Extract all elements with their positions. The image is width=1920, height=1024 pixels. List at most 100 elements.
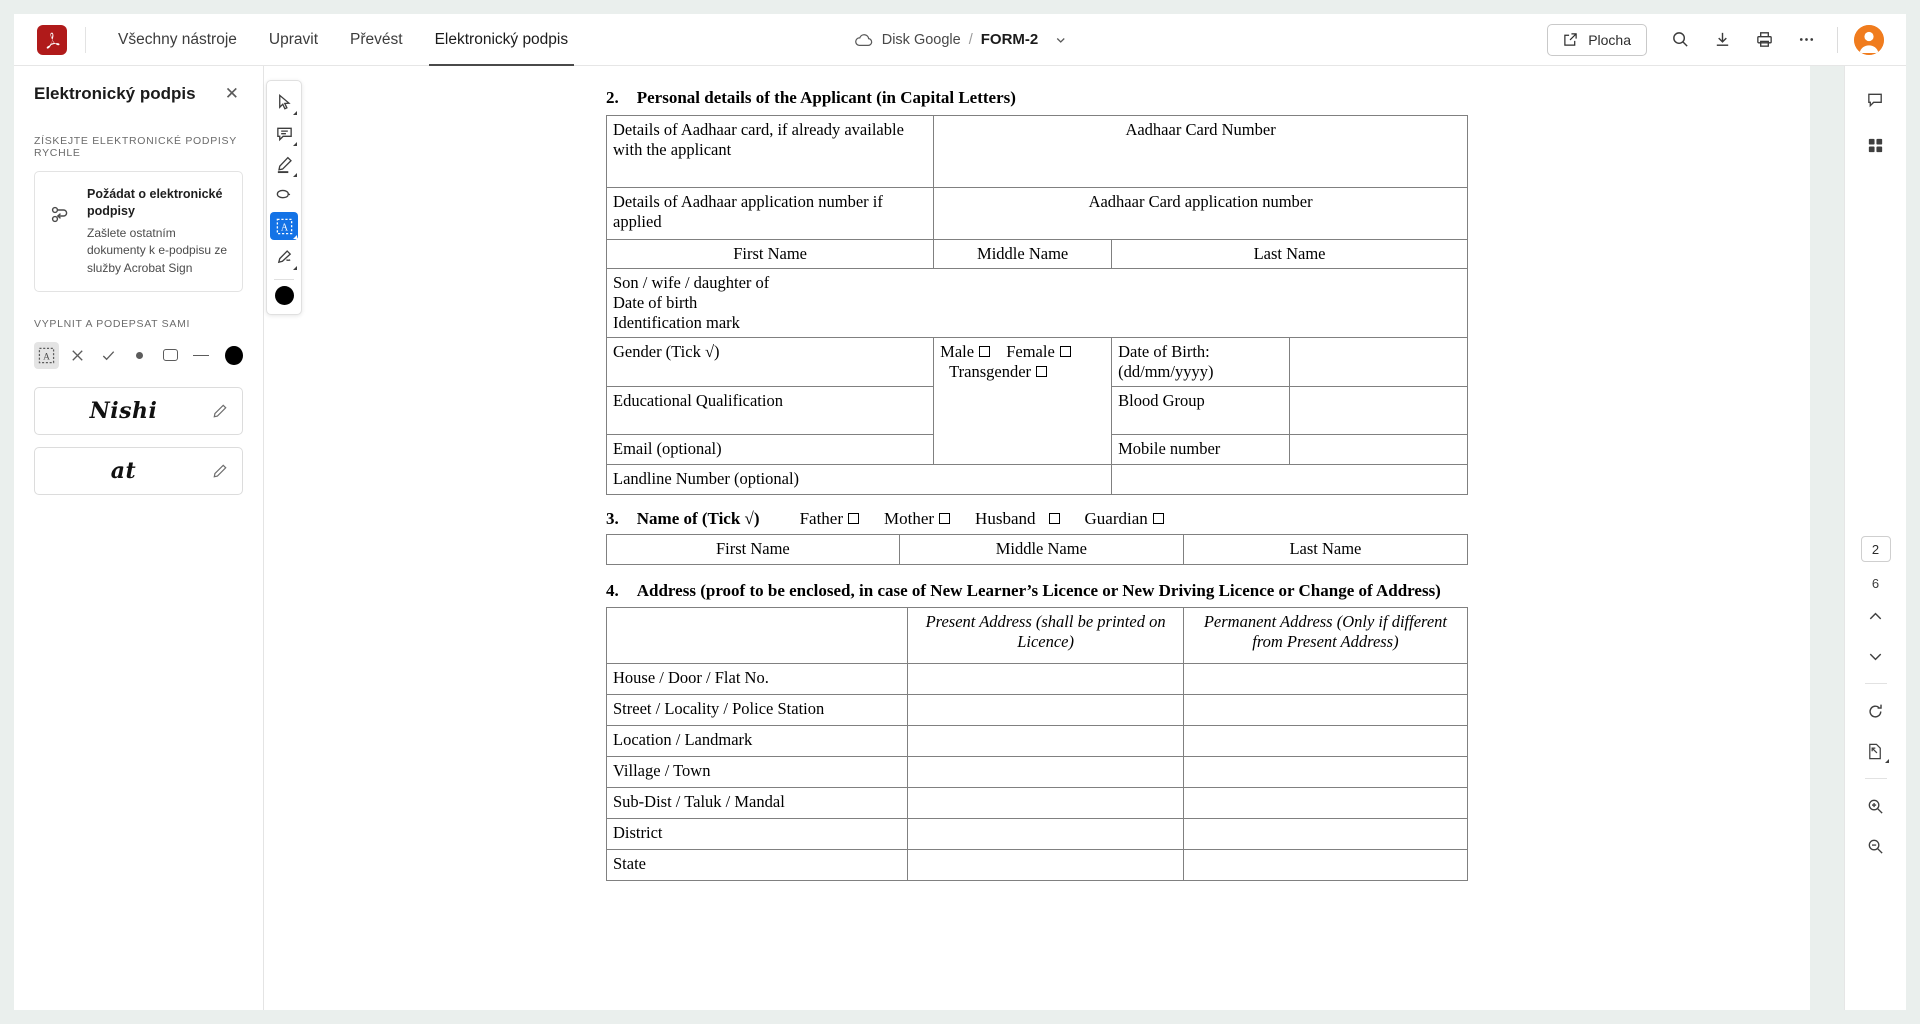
- draw-freehand-tool[interactable]: [270, 181, 298, 209]
- address-row-label: Street / Locality / Police Station: [605, 694, 909, 727]
- pencil-icon[interactable]: [212, 403, 228, 419]
- permanent-address-cell[interactable]: [1182, 725, 1469, 758]
- gender-option-transgender: Transgender: [949, 362, 1032, 382]
- palette-color-swatch[interactable]: [274, 286, 294, 305]
- checkbox-male[interactable]: [979, 346, 991, 358]
- line-tool[interactable]: [189, 342, 214, 369]
- blood-label-cell: Blood Group: [1111, 386, 1291, 436]
- total-pages-label: 6: [1871, 576, 1880, 591]
- request-card-description: Zašlete ostatním dokumenty k e-podpisu z…: [87, 225, 228, 275]
- request-esignatures-card[interactable]: Požádat o elektronické podpisy Zašlete o…: [34, 171, 243, 292]
- address-row-label: Village / Town: [605, 756, 909, 789]
- gender-options-cell[interactable]: Male Female Transgender: [933, 337, 1113, 466]
- landline-label-cell: Landline Number (optional): [605, 464, 1113, 496]
- menu-item-esign[interactable]: Elektronický podpis: [419, 14, 585, 66]
- zoom-in-icon[interactable]: [1857, 787, 1895, 825]
- esign-sidebar: Elektronický podpis ✕ ZÍSKEJTE ELEKTRONI…: [14, 66, 264, 1010]
- search-icon[interactable]: [1661, 21, 1699, 59]
- pdf-page: 2. Personal details of the Applicant (in…: [491, 66, 1583, 882]
- adobe-acrobat-logo-icon[interactable]: [37, 24, 67, 55]
- landline-value-cell[interactable]: [1111, 464, 1468, 496]
- permanent-address-cell[interactable]: [1182, 818, 1469, 851]
- add-text-tool[interactable]: A: [34, 341, 59, 369]
- permanent-address-cell[interactable]: [1182, 787, 1469, 820]
- mobile-label-cell: Mobile number: [1111, 434, 1291, 466]
- menu-item-convert[interactable]: Převést: [334, 14, 419, 66]
- color-swatch[interactable]: [225, 345, 243, 365]
- comment-tool[interactable]: [270, 119, 298, 147]
- check-mark-tool[interactable]: [96, 342, 121, 369]
- present-address-cell[interactable]: [907, 787, 1184, 820]
- address-row-label: Location / Landmark: [605, 725, 909, 758]
- present-address-cell[interactable]: [907, 725, 1184, 758]
- checkbox-husband[interactable]: [1048, 513, 1060, 525]
- menu-item-all-tools[interactable]: Všechny nástroje: [102, 14, 253, 66]
- page-thumbnails-icon[interactable]: [1857, 126, 1895, 164]
- rectangle-tool[interactable]: [158, 342, 183, 369]
- checkbox-transgender[interactable]: [1036, 366, 1048, 378]
- right-toolbar-top: [1857, 80, 1895, 164]
- relation-line-3: Identification mark: [613, 313, 740, 333]
- present-address-cell[interactable]: [907, 849, 1184, 882]
- print-icon[interactable]: [1745, 21, 1783, 59]
- relation-details-cell[interactable]: Son / wife / daughter of Date of birth I…: [606, 267, 1468, 339]
- select-cursor-tool[interactable]: [270, 88, 298, 116]
- signature-at-text: at: [110, 457, 137, 484]
- s3-middle-name-header: Middle Name: [898, 534, 1184, 565]
- sign-tool[interactable]: [270, 243, 298, 271]
- checkbox-guardian[interactable]: [1152, 513, 1164, 525]
- dob-value-cell[interactable]: [1289, 337, 1468, 388]
- chevron-down-icon[interactable]: [1054, 34, 1066, 46]
- present-address-cell[interactable]: [907, 756, 1184, 789]
- education-label-cell: Educational Qualification: [605, 386, 935, 436]
- previous-page-button[interactable]: [1857, 597, 1895, 635]
- permanent-address-cell[interactable]: [1182, 694, 1469, 727]
- share-desktop-button[interactable]: Plocha: [1547, 23, 1647, 56]
- signature-nishi[interactable]: Nishi: [34, 386, 243, 435]
- right-toolbar: 2 6: [1844, 66, 1906, 1010]
- fit-page-icon[interactable]: [1857, 732, 1895, 770]
- table-row: First Name Middle Name Last Name: [605, 238, 1468, 269]
- section3-heading: 3. Name of (Tick √) Father Mother Husban…: [606, 509, 1468, 529]
- fill-and-sign-tool[interactable]: A: [270, 212, 298, 240]
- permanent-address-cell[interactable]: [1182, 663, 1469, 696]
- checkbox-father[interactable]: [848, 513, 859, 525]
- section-label-request-signatures: ZÍSKEJTE ELEKTRONICKÉ PODPISY RYCHLE: [34, 135, 237, 159]
- relation-line-2: Date of birth: [613, 292, 698, 312]
- checkbox-female[interactable]: [1059, 346, 1071, 358]
- svg-text:A: A: [280, 222, 288, 233]
- highlight-tool[interactable]: [270, 150, 298, 178]
- relation-line-1: Son / wife / daughter of: [613, 272, 770, 292]
- menu-item-edit[interactable]: Upravit: [253, 14, 334, 66]
- present-address-cell[interactable]: [907, 663, 1184, 696]
- breadcrumb-storage[interactable]: Disk Google: [882, 32, 961, 48]
- more-ellipsis-icon[interactable]: [1787, 21, 1825, 59]
- present-address-cell[interactable]: [907, 694, 1184, 727]
- blood-value-cell[interactable]: [1289, 386, 1468, 436]
- download-icon[interactable]: [1703, 21, 1741, 59]
- document-viewport[interactable]: 2. Personal details of the Applicant (in…: [264, 66, 1810, 1010]
- mobile-value-cell[interactable]: [1289, 434, 1468, 466]
- user-avatar[interactable]: [1854, 24, 1884, 55]
- current-page-input[interactable]: 2: [1860, 536, 1891, 562]
- table-row: Street / Locality / Police Station: [605, 694, 1469, 727]
- rotate-clockwise-icon[interactable]: [1857, 692, 1895, 730]
- aadhaar-app-value-cell[interactable]: Aadhaar Card application number: [933, 186, 1468, 240]
- pencil-icon[interactable]: [212, 463, 228, 479]
- aadhaar-value-cell[interactable]: Aadhaar Card Number: [933, 114, 1468, 188]
- checkbox-mother[interactable]: [939, 513, 951, 525]
- comment-panel-icon[interactable]: [1857, 80, 1895, 118]
- table-row: State: [605, 849, 1469, 882]
- top-toolbar-right: Plocha: [1547, 21, 1906, 59]
- cross-mark-tool[interactable]: [65, 342, 90, 369]
- close-icon[interactable]: ✕: [221, 82, 243, 105]
- signature-at[interactable]: at: [34, 446, 243, 495]
- permanent-address-cell[interactable]: [1182, 756, 1469, 789]
- next-page-button[interactable]: [1857, 637, 1895, 675]
- dot-tool[interactable]: [127, 342, 152, 369]
- zoom-out-icon[interactable]: [1857, 827, 1895, 865]
- present-address-cell[interactable]: [907, 818, 1184, 851]
- aadhaar-app-label-cell: Details of Aadhaar application number if…: [605, 186, 935, 240]
- gender-label-cell: Gender (Tick √): [605, 337, 935, 388]
- permanent-address-cell[interactable]: [1182, 849, 1469, 882]
